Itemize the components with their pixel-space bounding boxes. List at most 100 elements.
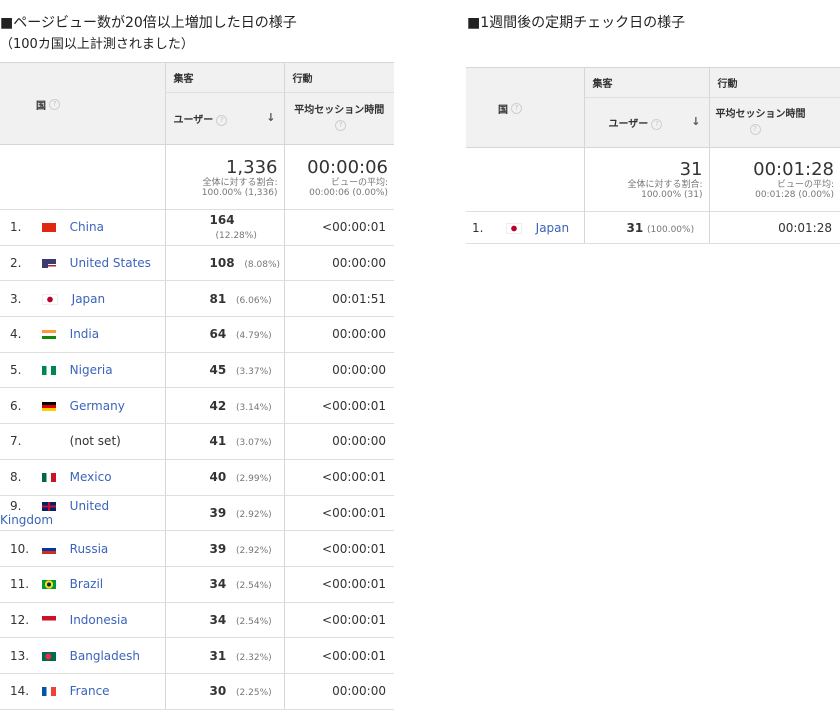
table-row[interactable]: 3. Japan 81 (6.06%) 00:01:51 — [0, 280, 394, 318]
question-circle-icon[interactable]: ? — [216, 114, 228, 126]
in-flag-icon — [41, 330, 56, 340]
users-cell: 164 (12.28%) — [164, 209, 284, 246]
question-circle-icon[interactable]: ? — [511, 103, 522, 114]
table-row[interactable]: 6. Germany 42 (3.14%) <00:00:01 — [0, 387, 394, 425]
users-column-header[interactable]: ユーザー? ↓ — [583, 97, 709, 148]
jp-flag-icon — [505, 222, 522, 234]
country-name-link[interactable]: Nigeria — [70, 363, 113, 377]
users-value: 31 — [209, 648, 227, 663]
users-percent: (3.14%) — [236, 402, 272, 413]
users-value: 30 — [209, 684, 227, 699]
row-index: 14. — [10, 684, 30, 699]
country-name-link[interactable]: Japan — [72, 292, 105, 306]
total-users: 1,336 — [225, 156, 278, 178]
table-row[interactable]: 14. France 30 (2.25%) 00:00:00 — [0, 673, 394, 710]
users-cell: 31 (100.00%) — [583, 211, 709, 244]
left-caption-subtitle: （100カ国以上計測されました） — [0, 37, 194, 52]
users-column-header[interactable]: ユーザー? ↓ — [164, 92, 284, 145]
country-name-link[interactable]: Germany — [70, 399, 125, 413]
country-cell[interactable]: 14. France — [0, 673, 165, 710]
question-circle-icon[interactable]: ? — [651, 118, 663, 130]
country-name-link[interactable]: China — [70, 220, 104, 234]
avg-session-cell: <00:00:01 — [283, 209, 394, 246]
users-percent: (2.54%) — [236, 616, 272, 627]
country-name-link[interactable]: Japan — [536, 221, 569, 235]
country-name-link[interactable]: India — [70, 327, 99, 341]
country-header[interactable]: 国? — [0, 62, 165, 145]
country-cell[interactable]: 10. Russia — [0, 530, 165, 567]
row-index: 12. — [10, 612, 30, 627]
table-row[interactable]: 1. Japan 31 (100.00%) 00:01:28 — [466, 211, 840, 244]
table-row[interactable]: 8. Mexico 40 (2.99%) <00:00:01 — [0, 459, 394, 496]
country-cell[interactable]: 3. Japan — [0, 280, 165, 318]
users-cell: 64 (4.79%) — [164, 316, 284, 353]
avg-session-cell: 00:01:28 — [708, 211, 840, 244]
country-name-link[interactable]: Indonesia — [70, 613, 128, 627]
row-index: 5. — [10, 363, 22, 378]
users-value: 39 — [209, 541, 227, 556]
users-percent: (2.92%) — [236, 509, 272, 520]
country-cell[interactable]: 5. Nigeria — [0, 352, 165, 389]
country-cell[interactable]: 7. (not set) — [0, 423, 165, 460]
question-circle-icon[interactable]: ? — [749, 124, 761, 135]
country-cell[interactable]: 2. United States — [0, 245, 165, 282]
sort-down-arrow-icon[interactable]: ↓ — [691, 115, 700, 128]
users-percent: (100.00%) — [647, 224, 695, 235]
country-cell[interactable]: 9. United Kingdom — [0, 495, 165, 532]
table-row[interactable]: 10. Russia 39 (2.92%) <00:00:01 — [0, 530, 394, 567]
table-row[interactable]: 9. United Kingdom 39 (2.92%) <00:00:01 — [0, 495, 394, 532]
table-row[interactable]: 13. Bangladesh 31 (2.32%) <00:00:01 — [0, 637, 394, 674]
acquisition-group-header: 集客 — [583, 67, 709, 98]
table-row[interactable]: 12. Indonesia 34 (2.54%) <00:00:01 — [0, 602, 394, 639]
mx-flag-icon — [41, 473, 56, 483]
country-cell[interactable]: 13. Bangladesh — [0, 637, 165, 674]
users-percent: (3.07%) — [236, 438, 272, 449]
country-cell[interactable]: 12. Indonesia — [0, 602, 165, 639]
country-cell[interactable]: 8. Mexico — [0, 459, 165, 496]
country-name-link: (not set) — [69, 434, 121, 449]
question-circle-icon[interactable]: ? — [49, 99, 60, 110]
avg-session-cell: 00:00:00 — [283, 352, 394, 389]
avg-session-cell: 00:00:00 — [283, 245, 394, 282]
users-value: 39 — [209, 505, 227, 520]
country-cell[interactable]: 1. Japan — [466, 211, 584, 244]
country-cell[interactable]: 11. Brazil — [0, 566, 165, 603]
table-row[interactable]: 1. China 164 (12.28%) <00:00:01 — [0, 209, 394, 246]
row-index: 4. — [10, 327, 22, 342]
users-value: 31 — [626, 220, 644, 235]
question-circle-icon[interactable]: ? — [335, 120, 347, 131]
country-name-link[interactable]: United States — [70, 256, 151, 270]
users-percent: (2.54%) — [236, 581, 272, 592]
country-name-link[interactable]: Russia — [70, 542, 109, 556]
avg-session-cell: <00:00:01 — [283, 495, 394, 532]
users-value: 34 — [209, 612, 227, 627]
table-row[interactable]: 5. Nigeria 45 (3.37%) 00:00:00 — [0, 352, 394, 389]
table-row[interactable]: 2. United States 108 (8.08%) 00:00:00 — [0, 245, 394, 282]
table-row[interactable]: 4. India 64 (4.79%) 00:00:00 — [0, 316, 394, 353]
sort-down-arrow-icon[interactable]: ↓ — [266, 111, 275, 124]
country-name-link[interactable]: Bangladesh — [70, 649, 140, 663]
row-index: 11. — [10, 577, 30, 592]
avg-session-cell: 00:00:00 — [283, 673, 394, 710]
cn-flag-icon — [41, 223, 56, 233]
totals-avg-cell: 00:01:28 ビューの平均: 00:01:28 (0.00%) — [708, 147, 840, 212]
users-percent: (2.25%) — [236, 688, 272, 699]
country-cell[interactable]: 4. India — [0, 316, 165, 353]
avg-session-column-header[interactable]: 平均セッション時間? — [708, 97, 840, 148]
users-percent: (3.37%) — [236, 367, 272, 378]
country-header[interactable]: 国? — [466, 67, 584, 148]
users-percent: (12.28%) — [215, 231, 257, 242]
total-avg-session: 00:01:28 — [753, 159, 834, 180]
row-index: 3. — [10, 291, 22, 306]
avg-session-column-header[interactable]: 平均セッション時間? — [283, 92, 394, 145]
row-index: 9. — [10, 498, 22, 513]
country-name-link[interactable]: France — [70, 684, 110, 698]
bd-flag-icon — [41, 651, 56, 661]
table-row[interactable]: 11. Brazil 34 (2.54%) <00:00:01 — [0, 566, 394, 603]
country-name-link[interactable]: Brazil — [70, 577, 104, 591]
country-cell[interactable]: 1. China — [0, 209, 165, 246]
avg-session-cell: 00:01:51 — [283, 280, 394, 318]
country-cell[interactable]: 6. Germany — [0, 387, 165, 425]
table-row[interactable]: 7. (not set) 41 (3.07%) 00:00:00 — [0, 423, 394, 460]
country-name-link[interactable]: Mexico — [70, 470, 112, 484]
